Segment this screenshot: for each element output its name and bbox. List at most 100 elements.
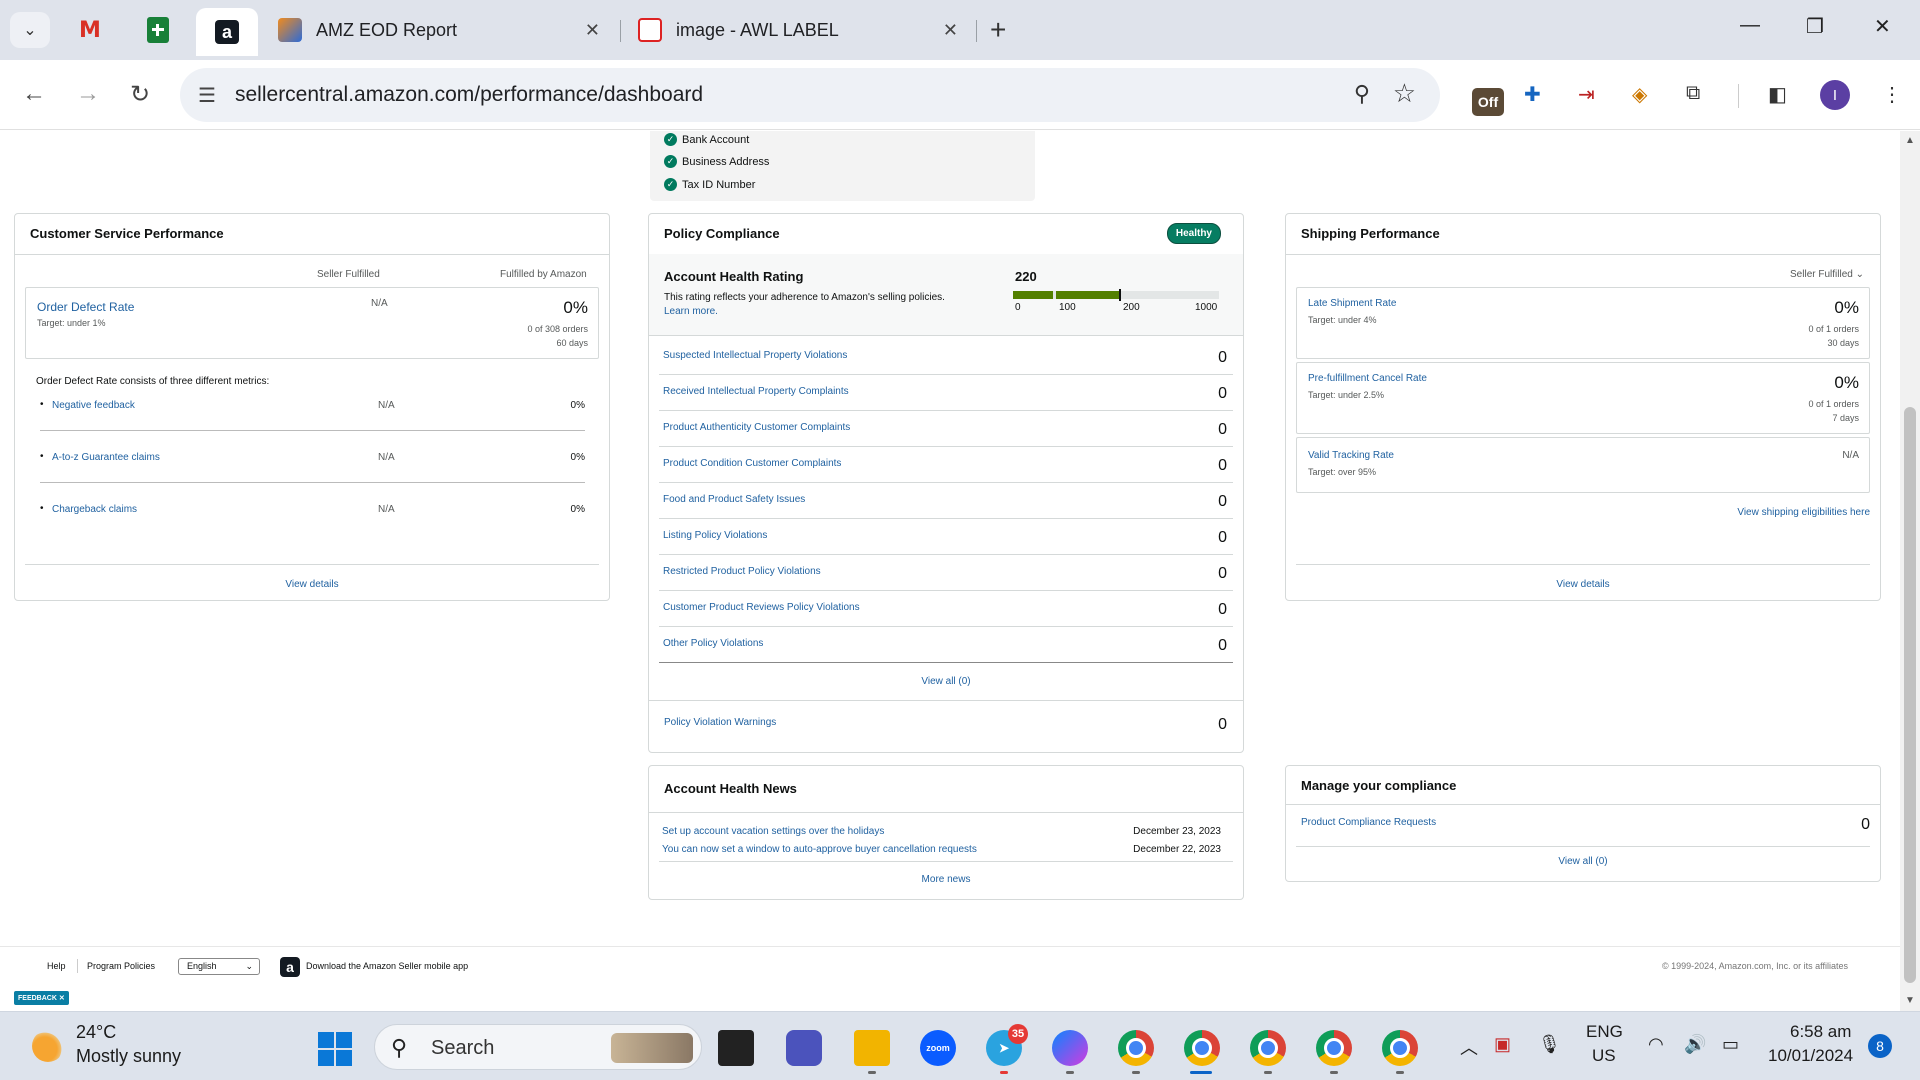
policy-row-link[interactable]: Product Authenticity Customer Complaints [663, 422, 850, 433]
policy-view-all-link[interactable]: View all (0) [649, 676, 1243, 687]
file-explorer-icon[interactable] [854, 1030, 890, 1066]
taskbar-search[interactable]: ⚲ Search [374, 1024, 702, 1070]
site-info-icon[interactable]: ☰ [198, 83, 216, 108]
extension-login-icon[interactable]: ⇥ [1578, 82, 1595, 107]
extension-cube-icon[interactable]: ◈ [1632, 82, 1647, 107]
close-icon[interactable]: ✕ [59, 995, 65, 1002]
profile-avatar[interactable]: I [1820, 80, 1850, 110]
tab-sheets[interactable] [136, 12, 180, 48]
chrome-profile-s-icon[interactable] [1250, 1030, 1286, 1066]
close-icon[interactable]: ✕ [585, 20, 600, 41]
policy-row-link[interactable]: Received Intellectual Property Complaint… [663, 386, 849, 397]
shipping-eligibilities-link[interactable]: View shipping eligibilities here [1737, 507, 1870, 518]
forward-button[interactable]: → [76, 80, 100, 108]
chrome-icon[interactable] [1118, 1030, 1154, 1066]
policy-warnings-link[interactable]: Policy Violation Warnings [664, 717, 776, 728]
page-scrollbar[interactable]: ▲ ▼ [1900, 131, 1920, 1011]
chrome-profile-extra-icon[interactable] [1382, 1030, 1418, 1066]
news-item-link[interactable]: Set up account vacation settings over th… [662, 826, 884, 837]
microphone-icon[interactable]: 🎙 [1538, 1034, 1561, 1055]
side-panel-icon[interactable]: ◧ [1768, 82, 1787, 107]
more-news-link[interactable]: More news [649, 874, 1243, 885]
weather-icon[interactable] [32, 1030, 64, 1062]
close-window-button[interactable]: ✕ [1874, 14, 1891, 39]
teams-icon[interactable] [786, 1030, 822, 1066]
tab-search-button[interactable]: ⌄ [10, 12, 50, 48]
language-region[interactable]: US [1592, 1046, 1616, 1066]
language-indicator[interactable]: ENG [1586, 1022, 1623, 1042]
shipping-view-details-link[interactable]: View details [1286, 579, 1880, 590]
policy-row-link[interactable]: Food and Product Safety Issues [663, 494, 805, 505]
status-badge: Healthy [1166, 223, 1221, 244]
reload-button[interactable]: ↻ [130, 80, 150, 109]
account-health-news-card: Account Health News Set up account vacat… [648, 765, 1244, 900]
windows-start-icon[interactable] [318, 1032, 352, 1066]
late-shipment-link[interactable]: Late Shipment Rate [1308, 298, 1396, 309]
negative-feedback-link[interactable]: Negative feedback [52, 400, 135, 411]
telegram-icon[interactable]: ➤ 35 [986, 1024, 1028, 1066]
wifi-icon[interactable]: ◠ [1648, 1034, 1664, 1055]
tab-gmail[interactable]: M [68, 12, 112, 48]
tab-amz-eod-report[interactable]: AMZ EOD Report ✕ [278, 12, 600, 48]
clock-date[interactable]: 10/01/2024 [1768, 1046, 1853, 1066]
menu-kebab-icon[interactable]: ⋮ [1882, 82, 1902, 107]
weather-desc[interactable]: Mostly sunny [76, 1046, 181, 1067]
compliance-requests-link[interactable]: Product Compliance Requests [1301, 817, 1436, 828]
weather-temp[interactable]: 24°C [76, 1022, 116, 1043]
scrollbar-thumb[interactable] [1904, 407, 1916, 983]
scroll-down-arrow-icon[interactable]: ▼ [1905, 995, 1915, 1006]
new-tab-button[interactable]: + [990, 14, 1006, 46]
policy-row-link[interactable]: Customer Product Reviews Policy Violatio… [663, 602, 860, 613]
atoz-claims-link[interactable]: A-to-z Guarantee claims [52, 452, 160, 463]
clock-time[interactable]: 6:58 am [1790, 1022, 1851, 1042]
zoom-icon[interactable]: zoom [920, 1030, 956, 1066]
compliance-view-all-link[interactable]: View all (0) [1286, 856, 1880, 867]
policy-row: Received Intellectual Property Complaint… [659, 375, 1233, 411]
running-indicator [1000, 1071, 1008, 1074]
extension-off-icon[interactable]: Off [1472, 88, 1504, 116]
notification-badge[interactable]: 8 [1868, 1034, 1892, 1058]
battery-icon[interactable]: ▭ [1722, 1034, 1739, 1055]
program-policies-link[interactable]: Program Policies [87, 961, 155, 971]
policy-row-link[interactable]: Other Policy Violations [663, 638, 763, 649]
extension-cross-icon[interactable]: ✚ [1524, 82, 1541, 107]
chrome-profile-c-icon[interactable] [1316, 1030, 1352, 1066]
divider [1296, 846, 1870, 847]
chargeback-claims-link[interactable]: Chargeback claims [52, 504, 137, 515]
divider [649, 700, 1243, 701]
policy-row-link[interactable]: Product Condition Customer Complaints [663, 458, 841, 469]
cancel-rate-link[interactable]: Pre-fulfillment Cancel Rate [1308, 373, 1427, 384]
help-link[interactable]: Help [47, 961, 66, 971]
restore-button[interactable]: ❐ [1806, 14, 1824, 39]
extensions-puzzle-icon[interactable]: ⧉ [1686, 82, 1700, 105]
language-select[interactable]: English ⌄ [178, 958, 260, 975]
feedback-button[interactable]: FEEDBACK ✕ [14, 991, 69, 1005]
news-item-link[interactable]: You can now set a window to auto-approve… [662, 844, 977, 855]
address-bar[interactable]: ☰ sellercentral.amazon.com/performance/d… [180, 68, 1440, 122]
valid-tracking-link[interactable]: Valid Tracking Rate [1308, 450, 1394, 461]
tray-overflow-chevron-icon[interactable]: ︿ [1460, 1034, 1478, 1060]
policy-row-link[interactable]: Listing Policy Violations [663, 530, 767, 541]
odr-link[interactable]: Order Defect Rate [37, 300, 134, 314]
tray-app-icon[interactable]: ▣ [1494, 1034, 1511, 1055]
task-view-icon[interactable] [718, 1030, 754, 1066]
minimize-button[interactable]: — [1740, 14, 1760, 37]
download-app-link[interactable]: Download the Amazon Seller mobile app [306, 961, 468, 971]
close-icon[interactable]: ✕ [943, 20, 958, 41]
policy-row-link[interactable]: Suspected Intellectual Property Violatio… [663, 350, 847, 361]
learn-more-link[interactable]: Learn more. [664, 306, 718, 317]
policy-row-link[interactable]: Restricted Product Policy Violations [663, 566, 821, 577]
messenger-icon[interactable] [1052, 1030, 1088, 1066]
url-text[interactable]: sellercentral.amazon.com/performance/das… [235, 83, 703, 107]
tab-amazon-active[interactable]: a [196, 8, 258, 56]
shipping-filter-dropdown[interactable]: Seller Fulfilled ⌄ [1790, 269, 1864, 280]
bookmark-star-icon[interactable]: ☆ [1393, 78, 1416, 109]
tab-awl-label[interactable]: image - AWL LABEL ✕ [638, 12, 958, 48]
back-button[interactable]: ← [22, 80, 46, 108]
volume-icon[interactable]: 🔊 [1684, 1034, 1706, 1055]
scroll-up-arrow-icon[interactable]: ▲ [1905, 135, 1915, 146]
chrome-profile-i-icon[interactable] [1184, 1030, 1220, 1066]
policy-row-count: 0 [1218, 529, 1227, 546]
zoom-icon[interactable]: ⚲ [1354, 81, 1370, 107]
cs-view-details-link[interactable]: View details [15, 579, 609, 590]
